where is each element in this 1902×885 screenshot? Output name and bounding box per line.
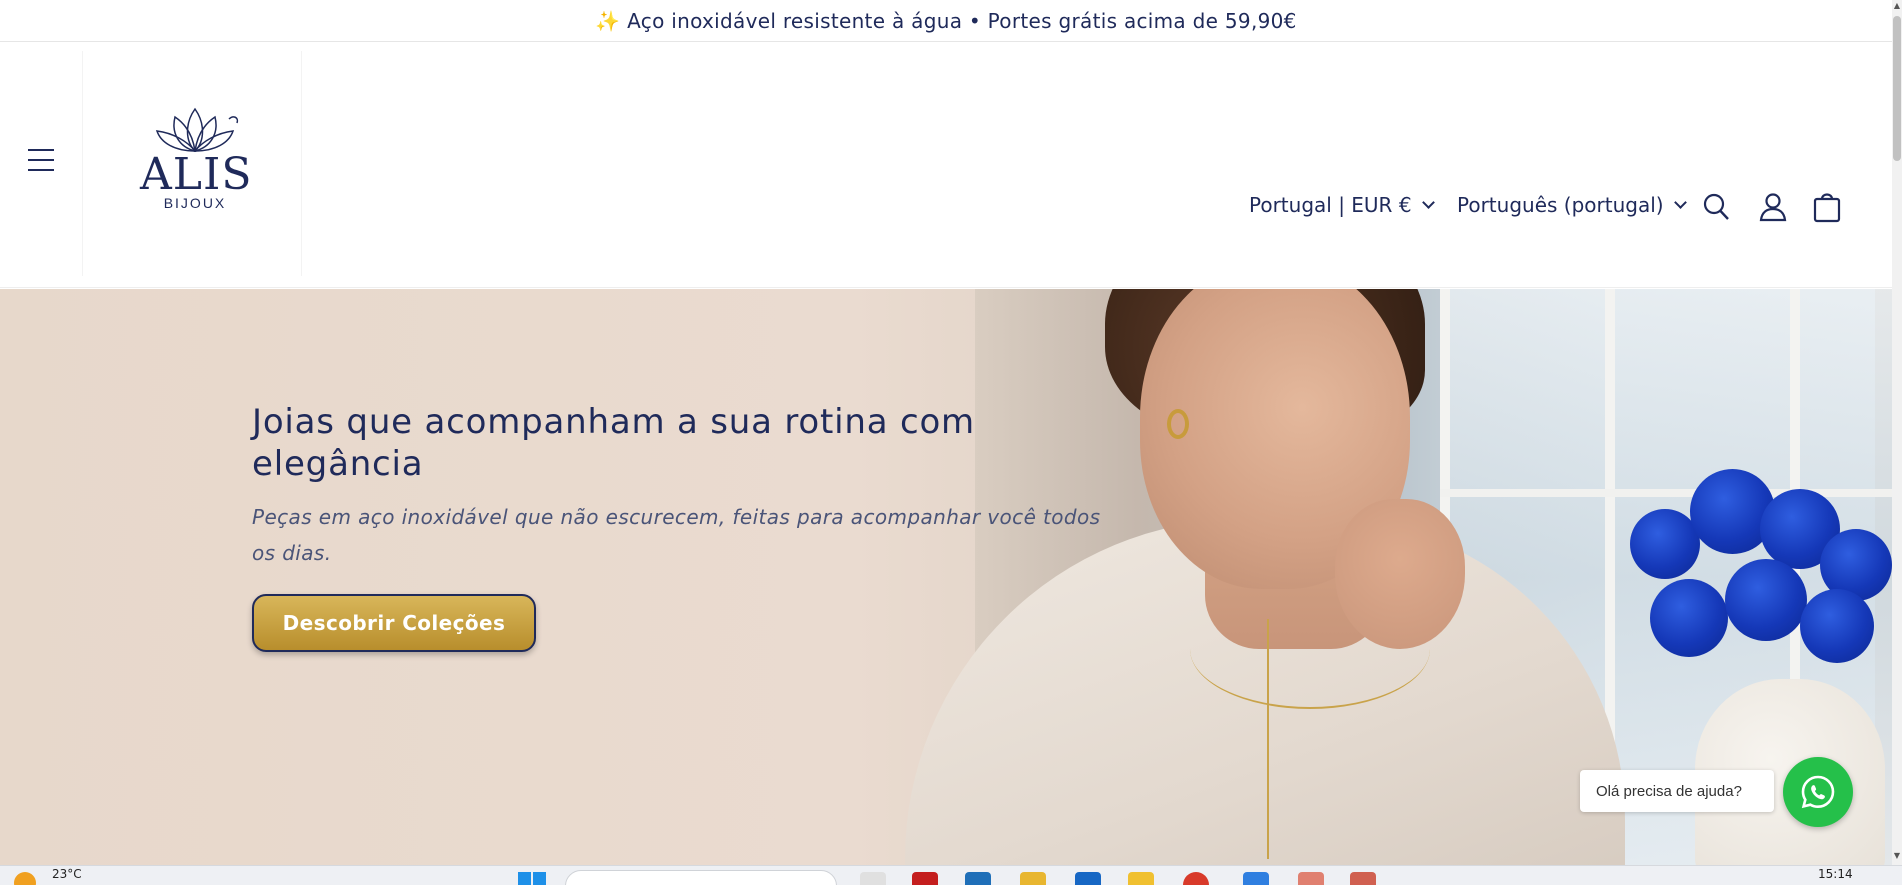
- app-icon[interactable]: [912, 872, 938, 885]
- account-icon[interactable]: [1758, 191, 1788, 223]
- whatsapp-bubble-text: Olá precisa de ajuda?: [1596, 782, 1742, 800]
- scroll-down-icon[interactable]: ▼: [1893, 852, 1901, 860]
- app-icon[interactable]: [1243, 872, 1269, 885]
- whatsapp-help-bubble[interactable]: Olá precisa de ajuda?: [1580, 770, 1774, 812]
- hamburger-menu-icon[interactable]: [28, 149, 54, 171]
- app-icon[interactable]: [1128, 872, 1154, 885]
- scrollbar-thumb[interactable]: [1893, 16, 1901, 161]
- announcement-bar: ✨ Aço inoxidável resistente à água • Por…: [0, 0, 1892, 42]
- rose-image: [1650, 579, 1728, 657]
- discover-collections-button[interactable]: Descobrir Coleções: [252, 594, 536, 652]
- hero-title: Joias que acompanham a sua rotina com el…: [252, 402, 975, 484]
- hero-content: Joias que acompanham a sua rotina com el…: [252, 401, 1112, 571]
- chevron-down-icon: [1673, 196, 1687, 209]
- browser-icon[interactable]: [1183, 872, 1209, 885]
- taskbar-temperature: 23°C: [52, 867, 82, 881]
- search-icon[interactable]: [1702, 191, 1732, 223]
- announcement-text: ✨ Aço inoxidável resistente à água • Por…: [595, 8, 1297, 33]
- folder-icon[interactable]: [1020, 872, 1046, 885]
- rose-image: [1630, 509, 1700, 579]
- country-selector-label: Portugal | EUR €: [1249, 193, 1412, 217]
- app-icon[interactable]: [1350, 872, 1376, 885]
- weather-icon[interactable]: [14, 872, 36, 885]
- app-icon[interactable]: [860, 872, 886, 885]
- windows-start-icon[interactable]: [518, 872, 546, 885]
- rose-image: [1725, 559, 1807, 641]
- scroll-up-icon[interactable]: ▲: [1893, 2, 1901, 10]
- country-currency-selector[interactable]: Portugal | EUR €: [1249, 193, 1435, 217]
- site-logo[interactable]: ALIS BIJOUX: [140, 103, 253, 253]
- app-icon[interactable]: [1075, 872, 1101, 885]
- lotus-icon: [155, 107, 239, 153]
- whatsapp-chat-button[interactable]: [1783, 757, 1853, 827]
- language-selector-label: Português (portugal): [1457, 193, 1664, 217]
- logo-brand: ALIS: [140, 149, 253, 200]
- site-header: ALIS BIJOUX Portugal | EUR € Português (…: [0, 43, 1892, 288]
- chevron-down-icon: [1421, 196, 1435, 209]
- language-selector[interactable]: Português (portugal): [1457, 193, 1687, 217]
- cart-icon[interactable]: [1812, 191, 1842, 223]
- rose-image: [1800, 589, 1874, 663]
- app-icon[interactable]: [1298, 872, 1324, 885]
- taskbar-search-input[interactable]: [565, 870, 837, 885]
- os-taskbar: 23°C 15:14: [0, 865, 1902, 885]
- whatsapp-icon: [1801, 775, 1835, 809]
- hero-model-image: [905, 289, 1625, 865]
- app-icon[interactable]: [965, 872, 991, 885]
- taskbar-clock: 15:14: [1818, 867, 1853, 881]
- hero-subtitle: Peças em aço inoxidável que não escurece…: [252, 505, 1101, 565]
